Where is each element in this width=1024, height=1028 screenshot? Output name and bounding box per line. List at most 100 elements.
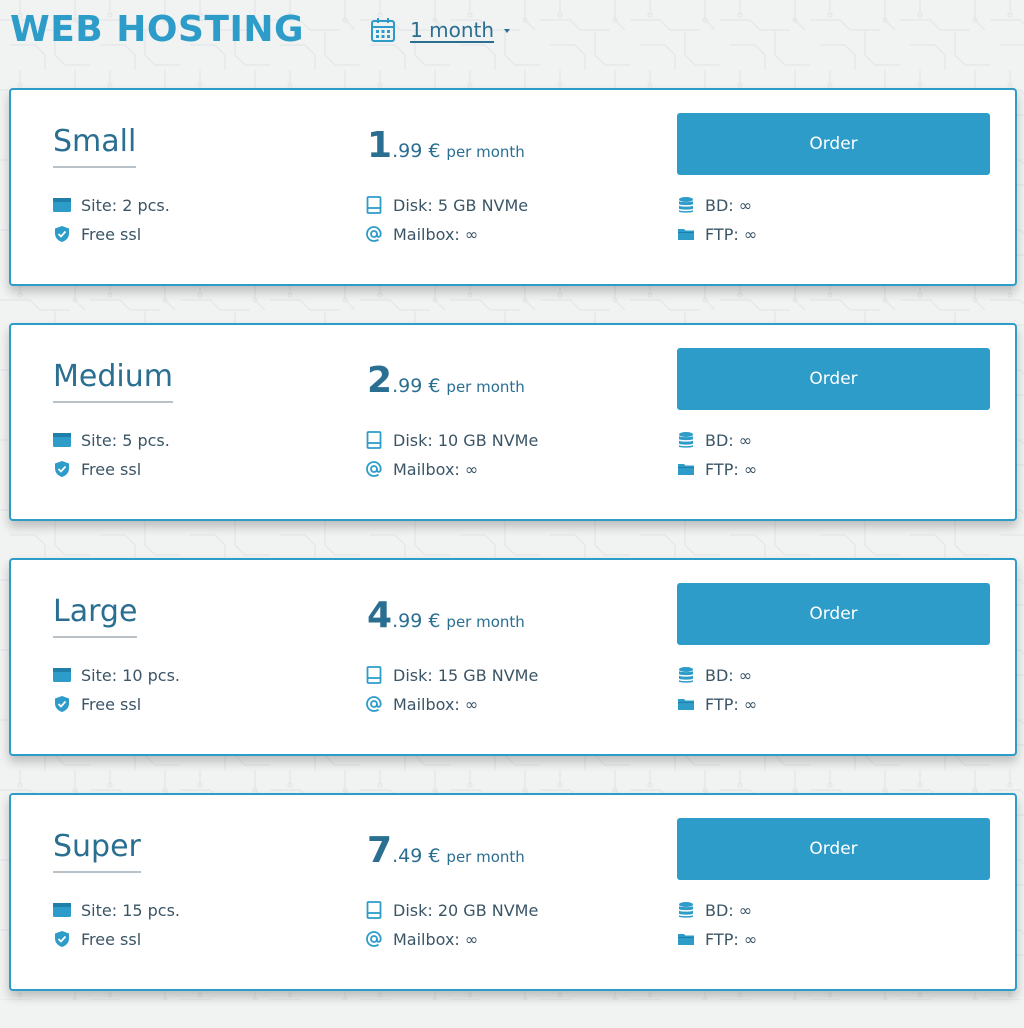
price-decimal: .99 € — [392, 375, 441, 397]
plan-name: Medium — [53, 359, 173, 403]
feature-site: Site: 15 pcs. — [53, 899, 180, 921]
price-decimal: .99 € — [392, 140, 441, 162]
shield-check-icon — [55, 696, 69, 712]
database-icon — [679, 667, 693, 683]
feature-ssl: Free ssl — [53, 928, 141, 950]
feature-database: BD: ∞ — [677, 664, 752, 686]
price-unit: per month — [446, 378, 525, 396]
feature-ftp: FTP: ∞ — [677, 458, 757, 480]
price-unit: per month — [446, 613, 525, 631]
feature-label: Site: 5 pcs. — [81, 430, 170, 450]
feature-mailbox: Mailbox: ∞ — [365, 693, 478, 715]
feature-ssl: Free ssl — [53, 223, 141, 245]
hard-drive-icon — [366, 431, 382, 449]
plan-card-small: Small 1 .99 € per month Order Site: 2 pc… — [9, 88, 1017, 286]
feature-ssl: Free ssl — [53, 693, 141, 715]
feature-label: Free ssl — [81, 694, 142, 714]
feature-label: BD: ∞ — [705, 665, 753, 685]
page-header: WEB HOSTING 1 month — [10, 4, 511, 54]
at-sign-icon — [366, 696, 382, 712]
feature-disk: Disk: 20 GB NVMe — [365, 899, 538, 921]
browser-window-icon — [53, 198, 71, 212]
feature-disk: Disk: 15 GB NVMe — [365, 664, 538, 686]
at-sign-icon — [366, 461, 382, 477]
plan-card-super: Super 7 .49 € per month Order Site: 15 p… — [9, 793, 1017, 991]
shield-check-icon — [55, 226, 69, 242]
price-integer: 2 — [367, 360, 393, 401]
feature-mailbox: Mailbox: ∞ — [365, 223, 478, 245]
plan-price: 7 .49 € per month — [367, 831, 525, 871]
at-sign-icon — [366, 226, 382, 242]
order-button[interactable]: Order — [677, 113, 990, 175]
feature-ftp: FTP: ∞ — [677, 928, 757, 950]
feature-label: FTP: ∞ — [705, 459, 758, 479]
shield-check-icon — [55, 461, 69, 477]
feature-site: Site: 10 pcs. — [53, 664, 180, 686]
feature-database: BD: ∞ — [677, 194, 752, 216]
hard-drive-icon — [366, 666, 382, 684]
folder-icon — [678, 464, 694, 475]
database-icon — [679, 902, 693, 918]
feature-label: FTP: ∞ — [705, 929, 758, 949]
hard-drive-icon — [366, 901, 382, 919]
plan-list: Small 1 .99 € per month Order Site: 2 pc… — [9, 88, 1017, 1028]
feature-database: BD: ∞ — [677, 899, 752, 921]
feature-label: Site: 2 pcs. — [81, 195, 170, 215]
price-integer: 4 — [367, 595, 393, 636]
plan-price: 4 .99 € per month — [367, 596, 525, 636]
order-button[interactable]: Order — [677, 583, 990, 645]
plan-price: 2 .99 € per month — [367, 361, 525, 401]
price-decimal: .49 € — [392, 845, 441, 867]
feature-label: Disk: 15 GB NVMe — [393, 665, 539, 685]
feature-label: BD: ∞ — [705, 430, 753, 450]
plan-card-medium: Medium 2 .99 € per month Order Site: 5 p… — [9, 323, 1017, 521]
plan-name: Large — [53, 594, 138, 638]
feature-mailbox: Mailbox: ∞ — [365, 928, 478, 950]
folder-icon — [678, 934, 694, 945]
price-integer: 1 — [367, 125, 393, 166]
order-button[interactable]: Order — [677, 818, 990, 880]
browser-window-icon — [53, 903, 71, 917]
billing-period-selector[interactable]: 1 month — [370, 17, 511, 43]
feature-disk: Disk: 10 GB NVMe — [365, 429, 538, 451]
database-icon — [679, 197, 693, 213]
order-button[interactable]: Order — [677, 348, 990, 410]
hard-drive-icon — [366, 196, 382, 214]
feature-label: Site: 10 pcs. — [81, 665, 181, 685]
page-title: WEB HOSTING — [10, 8, 305, 50]
at-sign-icon — [366, 931, 382, 947]
browser-window-icon — [53, 433, 71, 447]
caret-down-icon — [504, 29, 511, 33]
plan-name: Small — [53, 124, 137, 168]
feature-label: Free ssl — [81, 459, 142, 479]
feature-label: Mailbox: ∞ — [393, 459, 479, 479]
feature-label: Disk: 10 GB NVMe — [393, 430, 539, 450]
feature-label: Free ssl — [81, 929, 142, 949]
feature-label: FTP: ∞ — [705, 224, 758, 244]
feature-label: Disk: 20 GB NVMe — [393, 900, 539, 920]
feature-label: Disk: 5 GB NVMe — [393, 195, 529, 215]
folder-icon — [678, 229, 694, 240]
feature-disk: Disk: 5 GB NVMe — [365, 194, 528, 216]
database-icon — [679, 432, 693, 448]
billing-period-label[interactable]: 1 month — [410, 18, 494, 42]
feature-site: Site: 5 pcs. — [53, 429, 170, 451]
shield-check-icon — [55, 931, 69, 947]
folder-icon — [678, 699, 694, 710]
price-integer: 7 — [367, 830, 393, 871]
calendar-icon — [371, 18, 396, 42]
feature-site: Site: 2 pcs. — [53, 194, 170, 216]
browser-window-icon — [53, 668, 71, 682]
price-unit: per month — [446, 848, 525, 866]
feature-label: Mailbox: ∞ — [393, 929, 479, 949]
plan-name: Super — [53, 829, 141, 873]
feature-label: BD: ∞ — [705, 195, 753, 215]
price-decimal: .99 € — [392, 610, 441, 632]
feature-ssl: Free ssl — [53, 458, 141, 480]
price-unit: per month — [446, 143, 525, 161]
plan-card-large: Large 4 .99 € per month Order Site: 10 p… — [9, 558, 1017, 756]
feature-mailbox: Mailbox: ∞ — [365, 458, 478, 480]
plan-price: 1 .99 € per month — [367, 126, 525, 166]
feature-ftp: FTP: ∞ — [677, 223, 757, 245]
feature-label: Free ssl — [81, 224, 142, 244]
